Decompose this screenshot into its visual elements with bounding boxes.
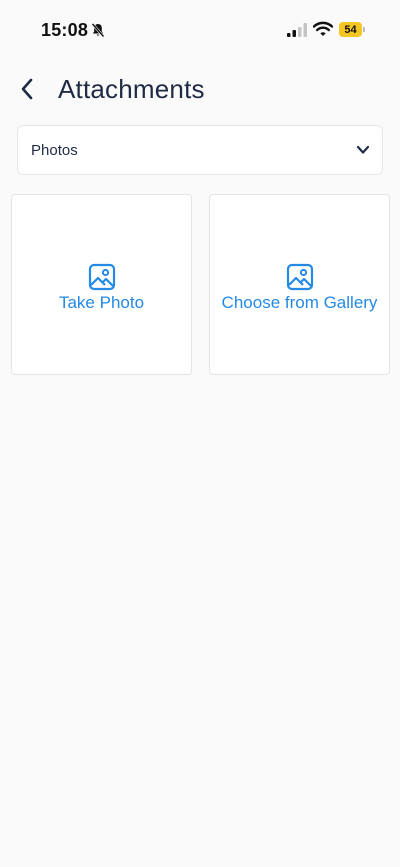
battery-nub <box>363 27 365 32</box>
status-time: 15:08 <box>41 20 89 40</box>
take-photo-label: Take Photo <box>58 292 145 312</box>
cellular-signal-icon <box>287 23 307 37</box>
page-title: Attachments <box>58 74 205 104</box>
image-icon <box>286 263 313 290</box>
header: Attachments <box>0 66 400 112</box>
choose-from-gallery-label: Choose from Gallery <box>221 292 378 312</box>
take-photo-button[interactable]: Take Photo <box>11 194 192 375</box>
choose-from-gallery-button[interactable]: Choose from Gallery <box>209 194 390 375</box>
wifi-icon <box>313 21 333 36</box>
back-button[interactable] <box>12 72 42 106</box>
attachments-screen: 15:08 54 Attachments Photos Take Photo C… <box>0 0 400 867</box>
battery-level: 54 <box>339 22 362 37</box>
battery-indicator: 54 <box>339 22 365 37</box>
dropdown-selected-value: Photos <box>31 141 78 159</box>
attachment-type-dropdown[interactable]: Photos <box>17 125 383 175</box>
chevron-left-icon <box>21 78 33 100</box>
chevron-down-icon <box>356 145 370 154</box>
status-bar: 15:08 54 <box>0 0 400 58</box>
bell-muted-icon <box>91 23 105 38</box>
image-icon <box>88 263 115 290</box>
